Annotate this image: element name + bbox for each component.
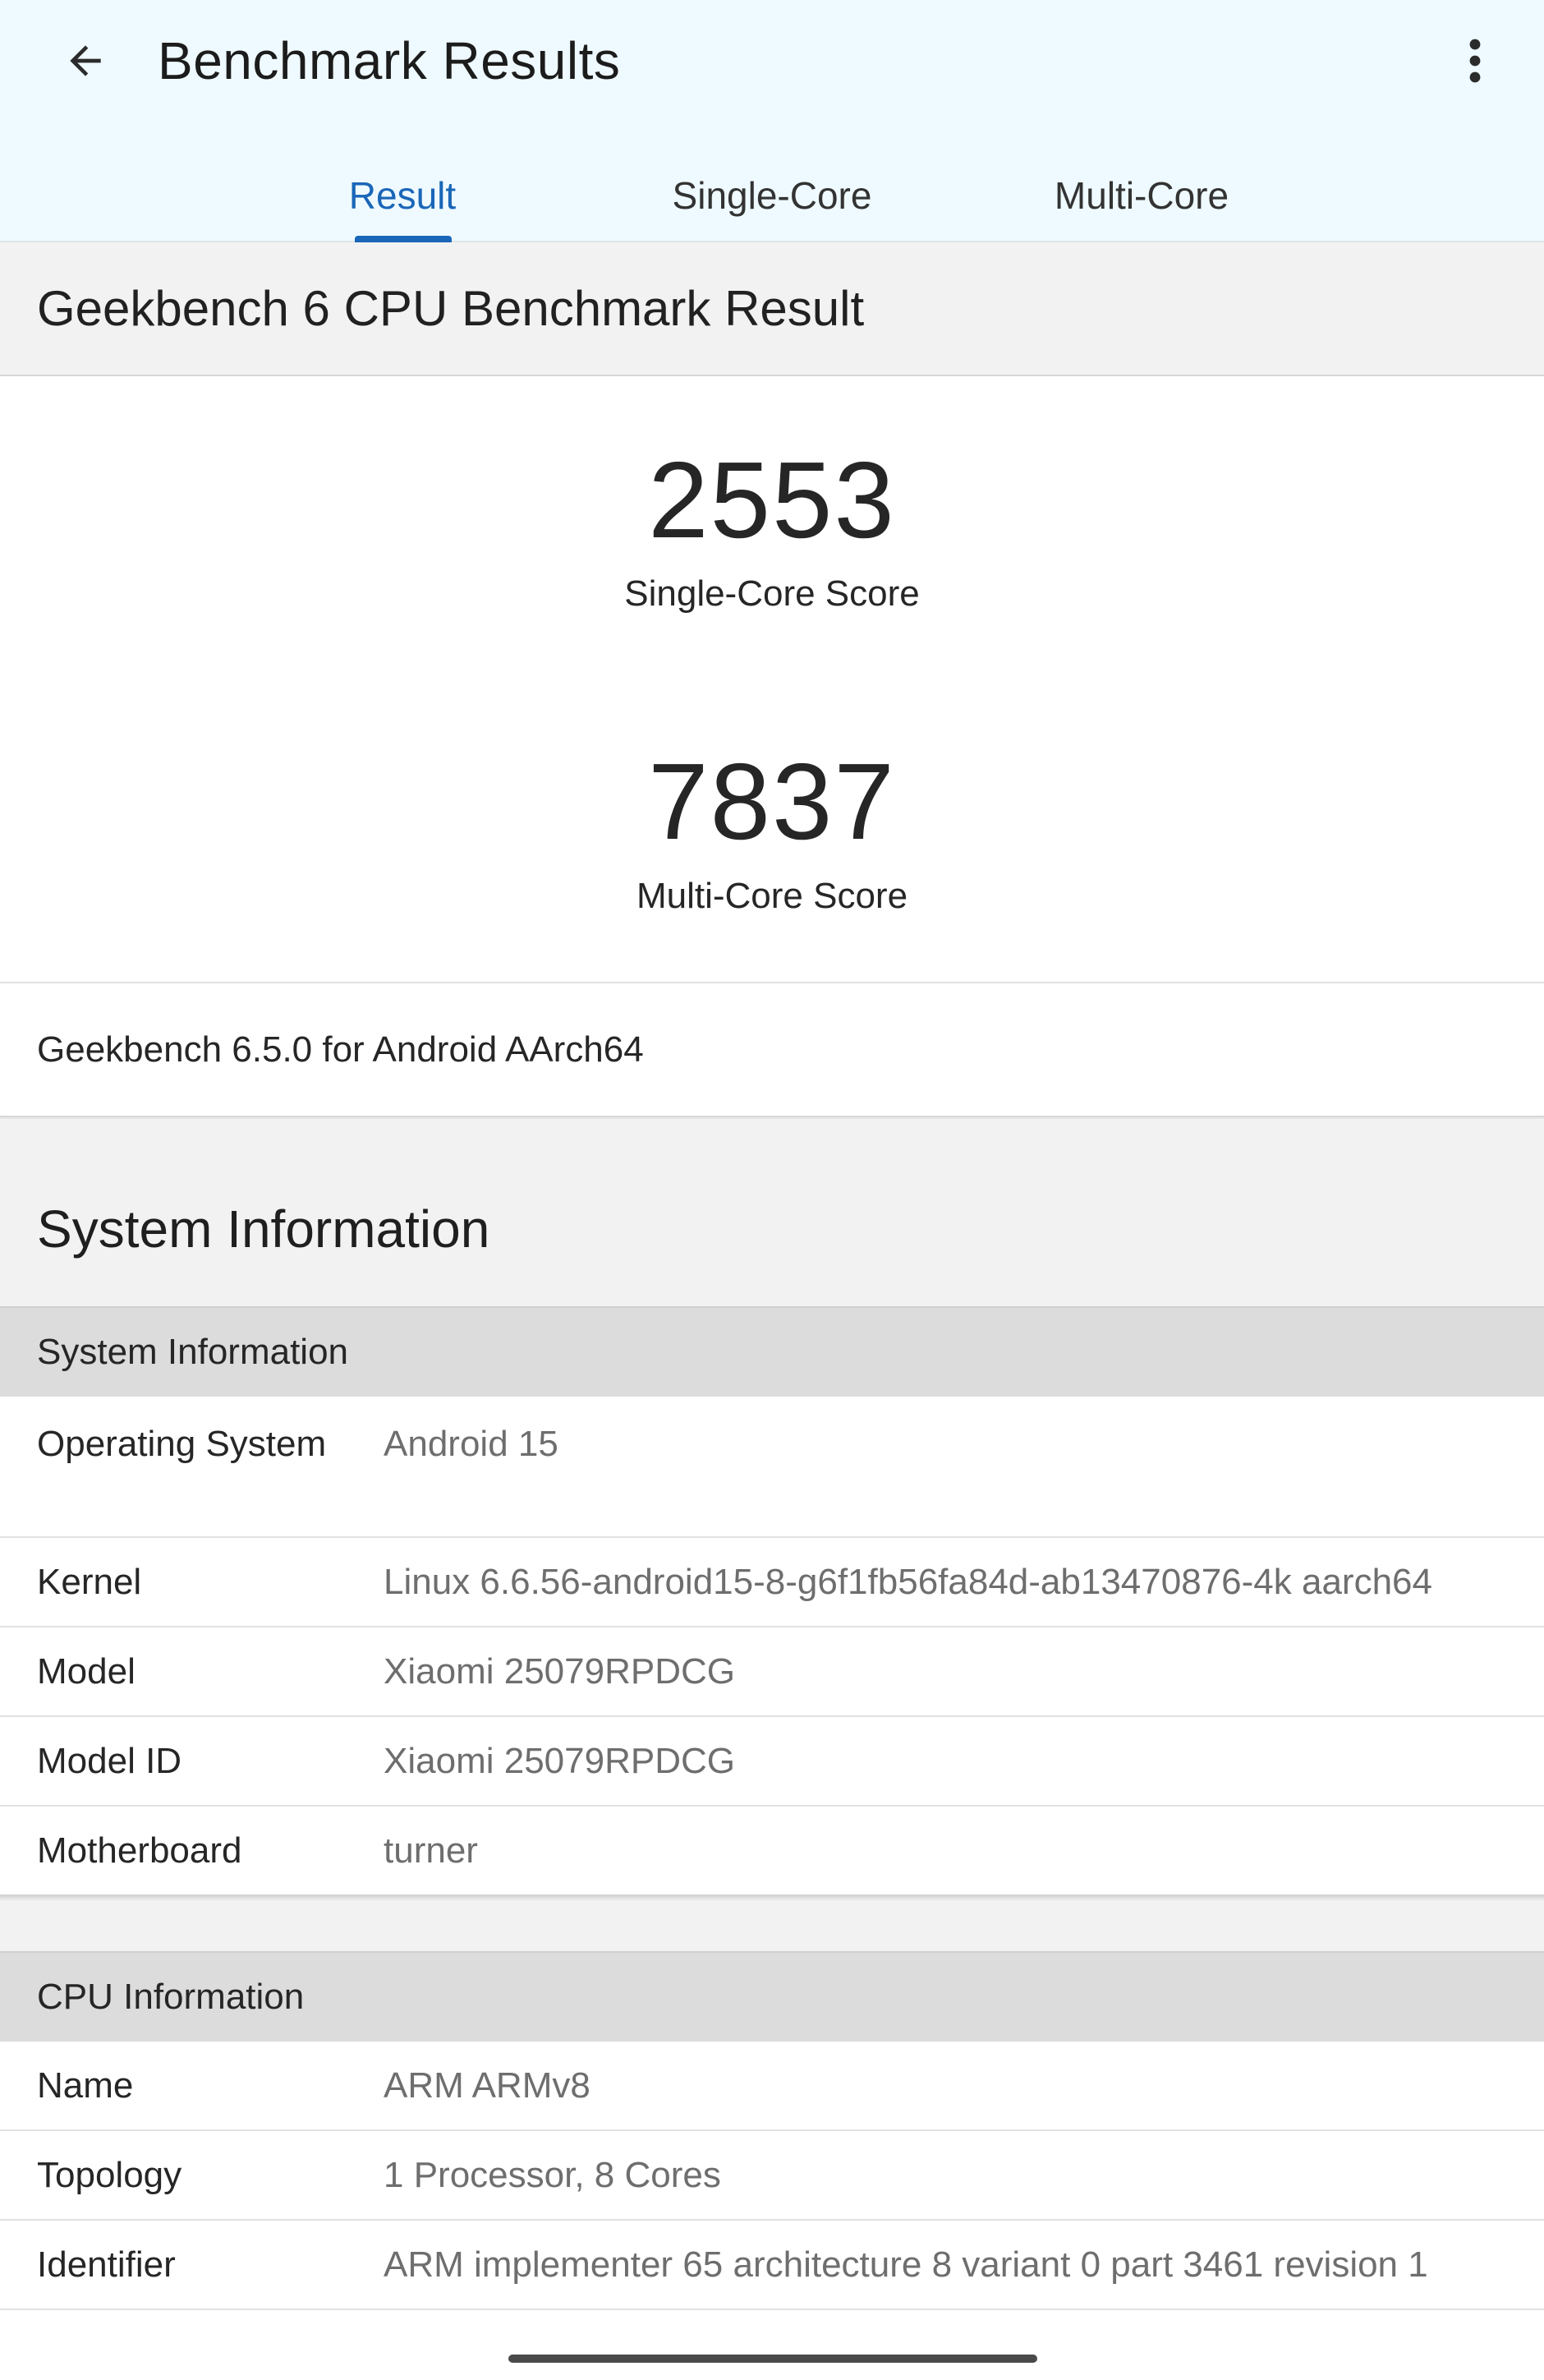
single-core-score-label: Single-Core Score bbox=[624, 573, 920, 614]
row-value: Xiaomi 25079RPDCG bbox=[384, 1651, 735, 1692]
tab-single-core[interactable]: Single-Core bbox=[649, 148, 895, 242]
row-value: ARM implementer 65 architecture 8 varian… bbox=[384, 2244, 1428, 2285]
tab-bar: Result Single-Core Multi-Core bbox=[0, 148, 1544, 242]
table-divider bbox=[0, 1896, 1544, 1901]
multi-core-score-label: Multi-Core Score bbox=[636, 876, 908, 916]
tab-multi-core[interactable]: Multi-Core bbox=[1018, 148, 1265, 242]
table-row-partial bbox=[0, 2310, 1544, 2380]
tab-result-label: Result bbox=[348, 173, 457, 217]
row-key: Motherboard bbox=[37, 1830, 242, 1871]
table-row: Kernel Linux 6.6.56-android15-8-g6f1fb56… bbox=[0, 1538, 1544, 1627]
more-vertical-icon bbox=[1469, 39, 1481, 83]
row-value: turner bbox=[384, 1830, 478, 1871]
row-key: Kernel bbox=[37, 1562, 142, 1602]
row-key: Operating System bbox=[37, 1424, 327, 1464]
gesture-navigation-bar[interactable] bbox=[508, 2355, 1037, 2363]
table-row: Identifier ARM implementer 65 architectu… bbox=[0, 2221, 1544, 2310]
row-value: Xiaomi 25079RPDCG bbox=[384, 1741, 735, 1781]
page-title: Benchmark Results bbox=[158, 31, 621, 90]
tab-single-core-label: Single-Core bbox=[672, 173, 872, 217]
tab-multi-core-label: Multi-Core bbox=[1054, 173, 1229, 217]
multi-core-score: 7837 bbox=[648, 741, 896, 862]
geekbench-version: Geekbench 6.5.0 for Android AArch64 bbox=[0, 982, 1544, 1117]
result-title: Geekbench 6 CPU Benchmark Result bbox=[0, 242, 1544, 376]
table-row: Operating System Android 15 bbox=[0, 1397, 1544, 1538]
row-key: Name bbox=[37, 2065, 134, 2106]
more-options-button[interactable] bbox=[1439, 25, 1511, 97]
table-row: Model ID Xiaomi 25079RPDCG bbox=[0, 1717, 1544, 1807]
app-bar: Benchmark Results Result Single-Core Mul… bbox=[0, 0, 1544, 242]
row-value: Linux 6.6.56-android15-8-g6f1fb56fa84d-a… bbox=[384, 1562, 1432, 1602]
row-value: 1 Processor, 8 Cores bbox=[384, 2155, 721, 2195]
row-key: Model bbox=[37, 1651, 136, 1692]
back-button[interactable] bbox=[49, 25, 122, 97]
system-information-heading: System Information bbox=[0, 1119, 1544, 1306]
active-tab-indicator bbox=[355, 236, 452, 242]
row-key: Model ID bbox=[37, 1741, 182, 1781]
table-row: Motherboard turner bbox=[0, 1807, 1544, 1896]
table-row: Model Xiaomi 25079RPDCG bbox=[0, 1627, 1544, 1717]
table-row: Name ARM ARMv8 bbox=[0, 2042, 1544, 2131]
cpu-information-table-header: CPU Information bbox=[0, 1951, 1544, 2042]
arrow-left-icon bbox=[70, 45, 101, 76]
table-row: Topology 1 Processor, 8 Cores bbox=[0, 2131, 1544, 2221]
row-key: Identifier bbox=[37, 2244, 176, 2285]
single-core-score: 2553 bbox=[648, 440, 896, 560]
row-key: Topology bbox=[37, 2155, 182, 2195]
row-value: Android 15 bbox=[384, 1424, 558, 1464]
row-value: ARM ARMv8 bbox=[384, 2065, 590, 2106]
system-information-table-header: System Information bbox=[0, 1306, 1544, 1397]
tab-result[interactable]: Result bbox=[304, 148, 501, 242]
